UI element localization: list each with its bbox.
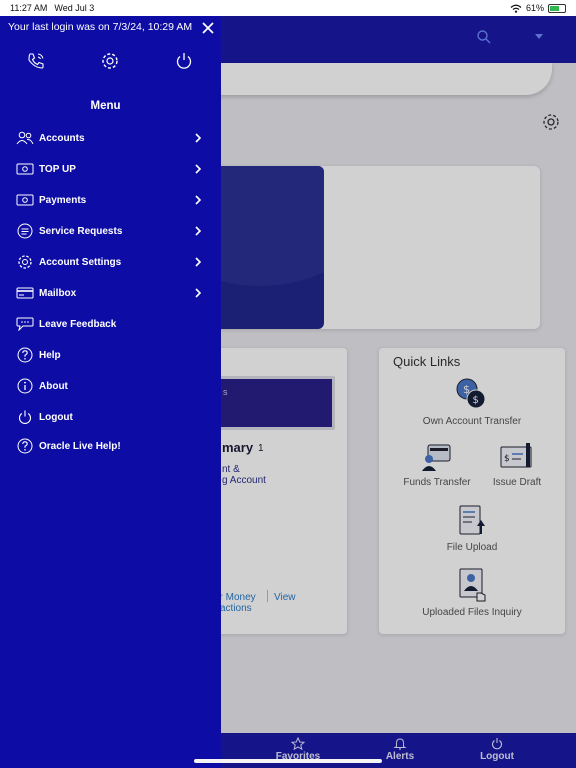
menu-item-mailbox[interactable]: Mailbox bbox=[16, 282, 206, 304]
battery-icon bbox=[548, 3, 566, 13]
wifi-icon bbox=[510, 4, 522, 13]
menu-item-label: Payments bbox=[39, 194, 87, 206]
gear-icon[interactable] bbox=[100, 51, 120, 71]
app-screen: 11:27 AM Wed Jul 3 61% s mary 1 nt & g A… bbox=[0, 0, 576, 768]
menu-item-accounts[interactable]: Accounts bbox=[16, 127, 206, 149]
chevron-right-icon bbox=[195, 133, 202, 143]
status-date: Wed Jul 3 bbox=[54, 3, 95, 13]
menu-item-leave-feedback[interactable]: Leave Feedback bbox=[16, 313, 206, 335]
status-time: 11:27 AM bbox=[10, 3, 48, 13]
question-icon bbox=[16, 437, 34, 455]
question-icon bbox=[16, 346, 34, 364]
card-icon bbox=[16, 284, 34, 302]
menu-item-label: Service Requests bbox=[39, 225, 123, 237]
power-icon bbox=[16, 408, 34, 426]
drawer-backdrop[interactable] bbox=[221, 16, 576, 768]
users-icon bbox=[16, 129, 34, 147]
menu-item-oracle-live-help[interactable]: Oracle Live Help! bbox=[16, 435, 206, 457]
menu-item-service-requests[interactable]: Service Requests bbox=[16, 220, 206, 242]
menu-item-payments[interactable]: Payments bbox=[16, 189, 206, 211]
menu-item-top-up[interactable]: TOP UP bbox=[16, 158, 206, 180]
chevron-right-icon bbox=[195, 288, 202, 298]
home-indicator[interactable] bbox=[194, 759, 382, 763]
menu-item-label: Leave Feedback bbox=[39, 318, 117, 330]
menu-item-label: Accounts bbox=[39, 132, 85, 144]
list-icon bbox=[16, 222, 34, 240]
power-icon[interactable] bbox=[174, 51, 194, 71]
menu-item-label: Logout bbox=[39, 411, 73, 423]
menu-item-help[interactable]: Help bbox=[16, 344, 206, 366]
menu-item-label: TOP UP bbox=[39, 163, 76, 175]
gear-icon bbox=[16, 253, 34, 271]
menu-item-label: About bbox=[39, 380, 68, 392]
chevron-right-icon bbox=[195, 164, 202, 174]
last-login-message: Your last login was on 7/3/24, 10:29 AM bbox=[8, 21, 193, 33]
close-icon[interactable] bbox=[202, 22, 214, 34]
cash-icon bbox=[16, 191, 34, 209]
menu-title: Menu bbox=[90, 100, 121, 112]
chevron-right-icon bbox=[195, 226, 202, 236]
info-icon bbox=[16, 377, 34, 395]
menu-item-logout[interactable]: Logout bbox=[16, 406, 206, 428]
chat-icon bbox=[16, 315, 34, 333]
menu-item-label: Help bbox=[39, 349, 61, 361]
menu-item-about[interactable]: About bbox=[16, 375, 206, 397]
menu-item-label: Oracle Live Help! bbox=[39, 440, 121, 452]
chevron-right-icon bbox=[195, 257, 202, 267]
side-drawer: Your last login was on 7/3/24, 10:29 AM … bbox=[0, 16, 221, 768]
battery-percent: 61% bbox=[525, 3, 544, 13]
menu-item-label: Account Settings bbox=[39, 256, 122, 268]
phone-icon[interactable] bbox=[26, 51, 46, 71]
chevron-right-icon bbox=[195, 195, 202, 205]
menu-item-label: Mailbox bbox=[39, 287, 77, 299]
status-bar: 11:27 AM Wed Jul 3 61% bbox=[0, 0, 576, 16]
status-right: 61% bbox=[510, 3, 566, 13]
cash-icon bbox=[16, 160, 34, 178]
menu-item-account-settings[interactable]: Account Settings bbox=[16, 251, 206, 273]
